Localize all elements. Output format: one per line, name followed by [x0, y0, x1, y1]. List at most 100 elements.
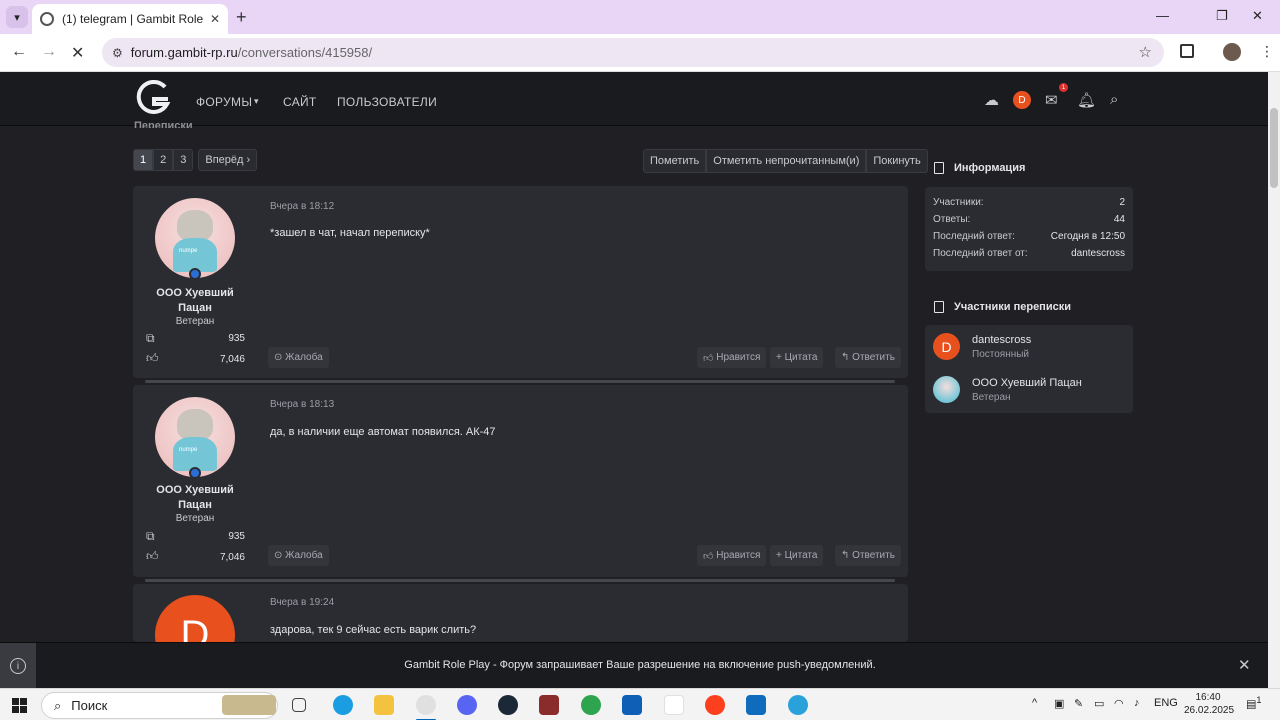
task-view-icon[interactable]: [292, 698, 306, 712]
gambit-logo[interactable]: [134, 80, 172, 116]
taskbar-clock[interactable]: 16:40 26.02.2025: [1184, 691, 1234, 717]
mark-unread-button[interactable]: Отметить непрочитанным(и): [706, 149, 867, 173]
nav-users[interactable]: ПОЛЬЗОВАТЕЛИ: [337, 95, 437, 109]
mail-icon[interactable]: ✉: [1045, 91, 1058, 109]
bell-icon[interactable]: 🔔︎: [1077, 91, 1096, 109]
author-role: Ветеран: [175, 316, 215, 327]
nav-forums-dropdown-icon[interactable]: ▾: [254, 96, 259, 107]
author-avatar[interactable]: numpe: [155, 397, 235, 477]
edge-icon[interactable]: [333, 695, 353, 715]
file-explorer-icon[interactable]: [374, 695, 394, 715]
nav-site[interactable]: САЙТ: [283, 95, 317, 109]
close-tab-icon[interactable]: ✕: [210, 12, 220, 26]
message-date[interactable]: Вчера в 19:24: [270, 597, 334, 608]
likes-count: 7,046: [219, 354, 245, 365]
tray-pen-icon[interactable]: ✎: [1074, 697, 1083, 710]
chrome-profile-icon[interactable]: [581, 695, 601, 715]
push-notification-bar: i Gambit Role Play - Форум запрашивает В…: [0, 642, 1268, 689]
yandex-icon[interactable]: [705, 695, 725, 715]
report-button[interactable]: ⊙ Жалоба: [268, 545, 329, 566]
browser-tab[interactable]: (1) telegram | Gambit Role Play ✕: [32, 4, 228, 34]
chrome-icon[interactable]: [416, 695, 436, 715]
page-2-link[interactable]: 2: [153, 149, 174, 171]
tab-search-button[interactable]: ▾: [6, 6, 28, 28]
page-1-link[interactable]: 1: [133, 149, 154, 171]
page-3-link[interactable]: 3: [173, 149, 194, 171]
participant-avatar[interactable]: [933, 376, 960, 403]
report-button[interactable]: ⊙ Жалоба: [268, 347, 329, 368]
battery-icon[interactable]: ▭: [1094, 697, 1104, 710]
discord-icon[interactable]: [457, 695, 477, 715]
like-button[interactable]: 👍︎ Нравится: [697, 347, 767, 368]
tray-overflow-icon[interactable]: ^: [1032, 697, 1037, 709]
site-info-icon[interactable]: ⚙: [112, 46, 123, 60]
wifi-icon[interactable]: ◠: [1114, 697, 1124, 710]
notification-center-icon[interactable]: ▤1: [1246, 695, 1262, 711]
leave-button[interactable]: Покинуть: [866, 149, 928, 173]
forward-button[interactable]: →: [41, 43, 57, 61]
new-tab-button[interactable]: +: [236, 7, 247, 28]
quote-button[interactable]: + Цитата: [770, 545, 824, 566]
yandex-browser-icon[interactable]: [664, 695, 684, 715]
participant-name[interactable]: ООО Хуевший Пацан: [972, 377, 1082, 389]
winrar-icon[interactable]: [539, 695, 559, 715]
message-text: *зашел в чат, начал переписку*: [270, 227, 430, 239]
likes-count: 7,046: [219, 552, 245, 563]
steam-icon[interactable]: [498, 695, 518, 715]
browser-tabbar: ▾ (1) telegram | Gambit Role Play ✕ + — …: [0, 0, 1280, 34]
verified-badge-icon: [189, 467, 201, 479]
mark-button[interactable]: Пометить: [643, 149, 707, 173]
scrollbar-thumb[interactable]: [1270, 108, 1278, 188]
windows-start-icon[interactable]: [12, 698, 27, 713]
last-reply-user-link[interactable]: dantescross: [1071, 248, 1125, 259]
reply-button[interactable]: ↰ Ответить: [835, 545, 901, 566]
profile-avatar[interactable]: [1223, 43, 1241, 61]
bookmark-star-icon[interactable]: ☆: [1139, 43, 1152, 61]
url-host: forum.gambit-rp.ru: [130, 45, 238, 60]
reply-button[interactable]: ↰ Ответить: [835, 347, 901, 368]
participant-name[interactable]: dantescross: [972, 334, 1031, 346]
telegram-icon[interactable]: [788, 695, 808, 715]
close-notification-icon[interactable]: ✕: [1238, 656, 1251, 674]
author-avatar[interactable]: numpe: [155, 198, 235, 278]
notification-text: Gambit Role Play - Форум запрашивает Ваш…: [404, 659, 876, 671]
restore-button[interactable]: ❐: [1216, 8, 1228, 24]
browser-menu-icon[interactable]: ⋮: [1260, 43, 1274, 60]
search-icon[interactable]: ⌕: [1110, 91, 1118, 108]
back-button[interactable]: ←: [11, 43, 27, 61]
likes-count-icon: 👍︎: [146, 351, 159, 365]
user-avatar[interactable]: D: [1013, 91, 1031, 109]
message-2: numpe ООО Хуевший Пацан Ветеран ⧉ 935 👍︎ …: [133, 385, 908, 577]
message-text: здарова, тек 9 сейчас есть варик слить?: [270, 624, 477, 636]
stop-loading-button[interactable]: ✕: [71, 43, 84, 63]
document-icon: [934, 301, 944, 313]
next-page-button[interactable]: Вперёд ›: [198, 149, 258, 171]
cloud-icon[interactable]: ☁: [984, 91, 999, 109]
message-date[interactable]: Вчера в 18:12: [270, 201, 334, 212]
volume-icon[interactable]: ♪: [1134, 697, 1140, 709]
window-close-button[interactable]: ✕: [1252, 8, 1263, 24]
participants-panel: D dantescross Постоянный ООО Хуевший Пац…: [925, 325, 1133, 413]
message-divider: [145, 380, 895, 383]
outlook-icon[interactable]: [746, 695, 766, 715]
participant-item[interactable]: ООО Хуевший Пацан Ветеран: [933, 376, 1125, 406]
message-divider: [145, 579, 895, 582]
address-bar[interactable]: ⚙ forum.gambit-rp.ru/conversations/41595…: [102, 38, 1164, 67]
windows-taskbar: ⌕ Поиск ^ ▣ ✎ ▭ ◠ ♪ ENG 16:40 26.02.2025…: [0, 688, 1280, 720]
participant-avatar[interactable]: D: [933, 333, 960, 360]
quote-button[interactable]: + Цитата: [770, 347, 824, 368]
nav-forums[interactable]: ФОРУМЫ: [196, 95, 252, 109]
extensions-icon[interactable]: [1180, 44, 1194, 58]
minimize-button[interactable]: —: [1156, 8, 1169, 23]
like-button[interactable]: 👍︎ Нравится: [697, 545, 767, 566]
language-indicator[interactable]: ENG: [1154, 697, 1178, 709]
page-scrollbar[interactable]: [1268, 72, 1280, 688]
author-name[interactable]: ООО Хуевший Пацан: [133, 286, 257, 316]
participant-item[interactable]: D dantescross Постоянный: [933, 333, 1125, 363]
author-name[interactable]: ООО Хуевший Пацан: [133, 483, 257, 513]
messages-count-icon: ⧉: [146, 529, 155, 543]
message-date[interactable]: Вчера в 18:13: [270, 399, 334, 410]
author-avatar[interactable]: D: [155, 595, 235, 642]
store-icon[interactable]: [622, 695, 642, 715]
tray-app-icon[interactable]: ▣: [1054, 697, 1064, 710]
